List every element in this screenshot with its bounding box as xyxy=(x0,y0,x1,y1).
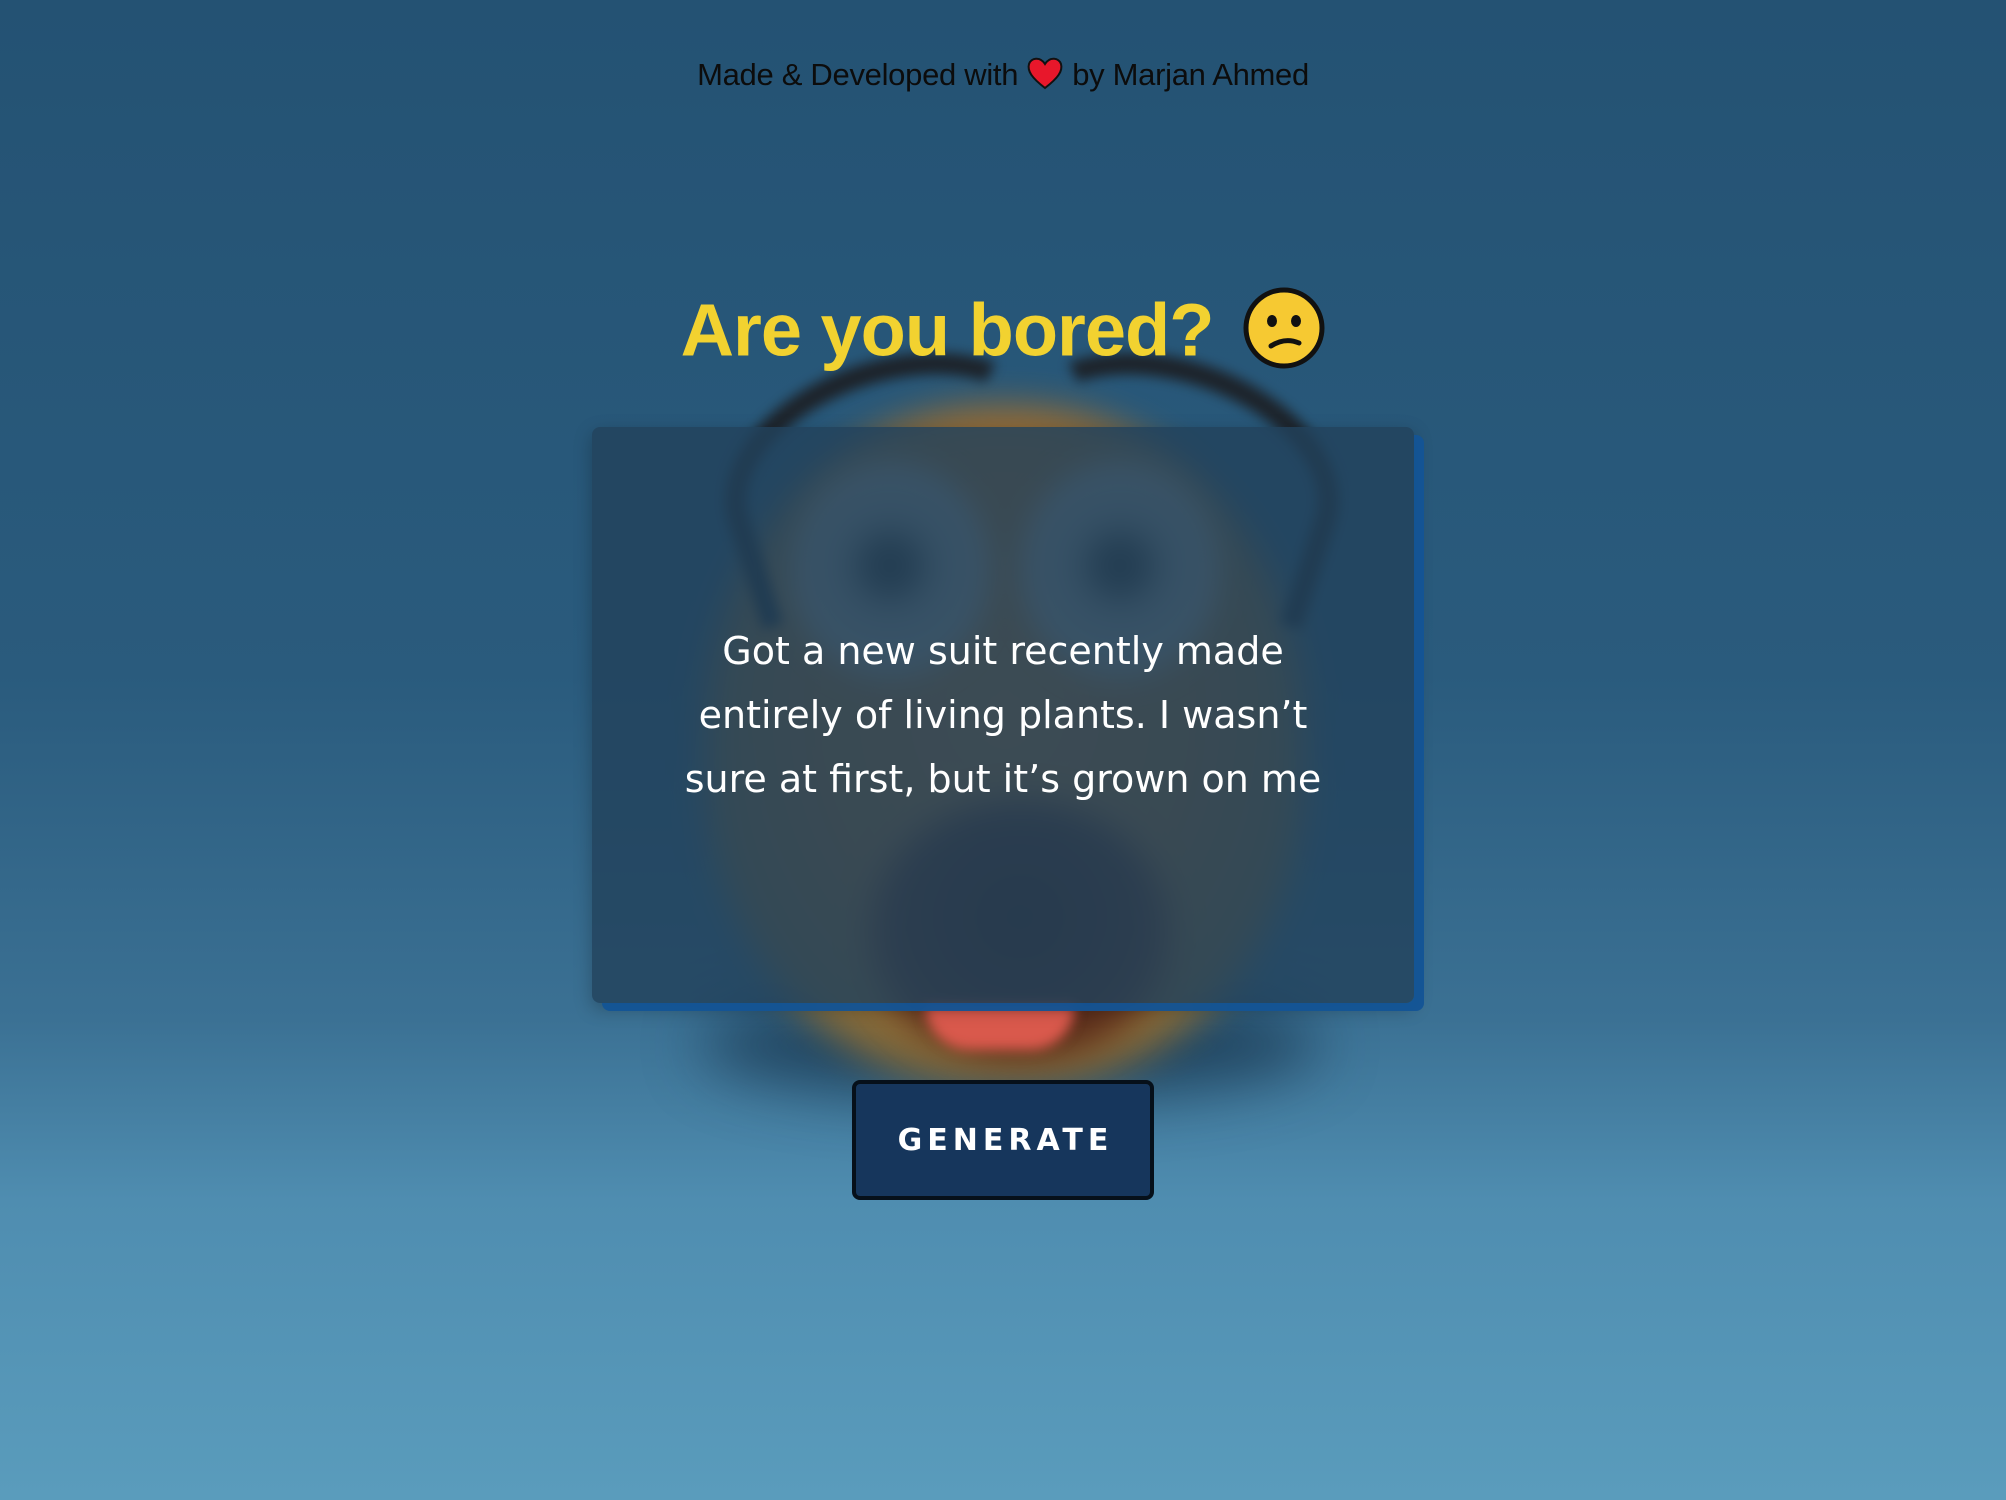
generate-button[interactable]: GENERATE xyxy=(852,1080,1154,1200)
joke-text: Got a new suit recently made entirely of… xyxy=(684,629,1322,801)
credit-line: Made & Developed with by Marjan Ahmed xyxy=(0,56,2006,98)
tongue xyxy=(925,1005,1075,1050)
credit-suffix: by Marjan Ahmed xyxy=(1072,57,1309,93)
title-row: Are you bored? xyxy=(0,287,2006,373)
credit-prefix: Made & Developed with xyxy=(697,57,1019,93)
page-title: Are you bored? xyxy=(680,288,1215,372)
joke-card: Got a new suit recently made entirely of… xyxy=(592,427,1414,1003)
confused-face-icon xyxy=(1243,287,1325,373)
heart-icon xyxy=(1026,56,1064,98)
